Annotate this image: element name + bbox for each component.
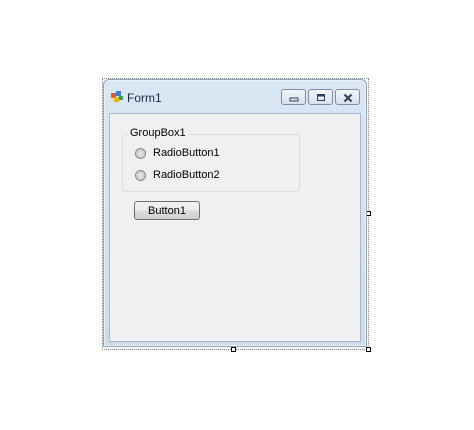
button-1[interactable]: Button1 — [134, 201, 200, 220]
close-icon — [343, 93, 353, 103]
radio-button-1[interactable]: RadioButton1 — [135, 146, 220, 160]
maximize-button[interactable] — [308, 89, 333, 105]
groupbox: GroupBox1 RadioButton1 RadioButton2 — [122, 127, 300, 192]
resize-handle-corner[interactable] — [366, 347, 371, 352]
minimize-icon — [289, 97, 299, 102]
form-icon — [111, 91, 123, 102]
radio-circle[interactable] — [135, 169, 146, 181]
radio-button-2[interactable]: RadioButton2 — [135, 168, 220, 182]
radio-circle[interactable] — [135, 147, 146, 159]
groupbox-title: GroupBox1 — [128, 127, 188, 139]
maximize-icon — [317, 94, 325, 101]
form-client-area: GroupBox1 RadioButton1 RadioButton2 Butt… — [109, 113, 361, 342]
radio-label: RadioButton2 — [153, 169, 220, 181]
minimize-button[interactable] — [281, 89, 306, 105]
caption-buttons — [279, 89, 360, 105]
window-title: Form1 — [127, 91, 162, 105]
radio-label: RadioButton1 — [153, 147, 220, 159]
resize-handle-bottom[interactable] — [231, 347, 236, 352]
form-window: Form1 GroupBox1 RadioButton1 RadioButton… — [103, 79, 367, 347]
title-bar[interactable]: Form1 — [104, 80, 366, 113]
close-button[interactable] — [335, 89, 360, 105]
